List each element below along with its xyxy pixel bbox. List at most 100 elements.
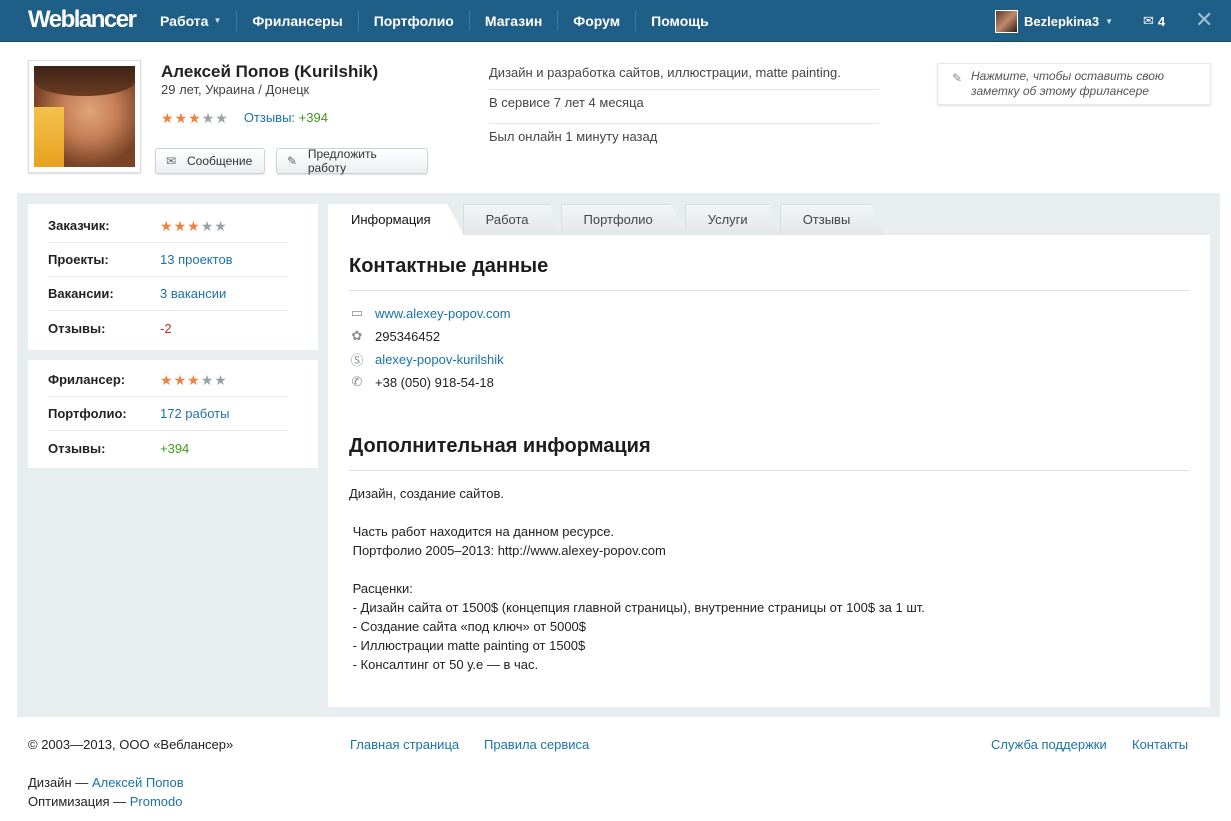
footer-contacts-link[interactable]: Контакты — [1132, 737, 1188, 752]
design-credit: Дизайн — Алексей Попов — [28, 775, 184, 790]
portfolio-link[interactable]: 172 работы — [160, 406, 229, 421]
envelope-icon: ✉ — [166, 153, 177, 168]
top-navbar: Weblancer Работа ▼ Фрилансеры Портфолио М… — [0, 0, 1231, 42]
tab-content: Контактные данные ▭ www.alexey-popov.com… — [328, 235, 1210, 707]
icq-flower-icon: ✿ — [351, 328, 363, 343]
star-filled-icon: ★ — [173, 217, 187, 234]
star-filled-icon: ★ — [187, 371, 200, 388]
customer-reviews-link[interactable]: -2 — [160, 321, 172, 336]
customer-reviews-row: Отзывы: -2 — [48, 320, 172, 336]
star-empty-icon: ★ — [214, 371, 227, 388]
skype-icon: Ⓢ — [350, 352, 364, 368]
star-filled-icon: ★ — [161, 109, 174, 126]
envelope-icon: ✉ — [1143, 13, 1154, 28]
pencil-icon: ✎ — [952, 71, 963, 85]
nav-item-freelancers[interactable]: Фрилансеры — [236, 11, 357, 31]
site-logo[interactable]: Weblancer — [28, 6, 137, 34]
contact-website: ▭ www.alexey-popov.com — [349, 304, 511, 322]
tab-reviews[interactable]: Отзывы — [779, 204, 884, 235]
contact-icq: ✿ 295346452 — [349, 327, 441, 345]
profile-reviews-link[interactable]: Отзывы: +394 — [244, 110, 328, 125]
offer-work-button[interactable]: ✎ Предложить работу — [276, 147, 428, 175]
phone-number: +38 (050) 918-54-18 — [375, 374, 494, 390]
additional-title: Дополнительная информация — [349, 435, 651, 457]
design-author-link[interactable]: Алексей Попов — [92, 775, 184, 790]
star-empty-icon: ★ — [200, 371, 214, 388]
star-rating: ★ ★ ★ ★ ★ — [160, 219, 227, 233]
star-filled-icon: ★ — [160, 217, 173, 234]
footer-support-link[interactable]: Служба поддержки — [991, 737, 1107, 752]
star-empty-icon: ★ — [215, 109, 228, 126]
skype-link[interactable]: alexey-popov-kurilshik — [375, 352, 504, 367]
freelancer-stats-panel: Фрилансер: ★ ★ ★ ★ ★ Портфолио: 172 работы О… — [28, 360, 318, 468]
nav-item-forum[interactable]: Форум — [557, 11, 635, 31]
freelancer-portfolio-row: Портфолио: 172 работы — [48, 397, 288, 431]
star-filled-icon: ★ — [160, 371, 173, 388]
optimization-credit: Оптимизация — Promodo — [28, 794, 183, 809]
optim-author-link[interactable]: Promodo — [130, 794, 183, 809]
nav-item-shop[interactable]: Магазин — [468, 11, 557, 31]
star-empty-icon: ★ — [201, 109, 215, 126]
customer-stats-panel: Заказчик: ★ ★ ★ ★ ★ Проекты: 13 проектов Вак… — [28, 204, 318, 350]
tab-work[interactable]: Работа — [462, 204, 562, 235]
chevron-down-icon: ▼ — [213, 16, 222, 25]
profile-specialization: Дизайн и разработка сайтов, иллюстрации,… — [489, 60, 879, 90]
star-empty-icon: ★ — [214, 217, 227, 234]
vacancies-link[interactable]: 3 вакансии — [160, 286, 226, 301]
user-menu[interactable]: Bezlepkina3 ▼ — [995, 10, 1113, 33]
mail-button[interactable]: ✉ 4 — [1143, 13, 1165, 29]
tab-portfolio[interactable]: Портфолио — [560, 204, 686, 235]
projects-link[interactable]: 13 проектов — [160, 252, 233, 267]
contacts-title: Контактные данные — [349, 255, 549, 277]
mail-count: 4 — [1157, 13, 1166, 29]
profile-tabs: Информация Работа Портфолио Услуги Отзыв… — [328, 204, 884, 235]
phone-icon: ✆ — [351, 374, 363, 389]
edit-document-icon: ✎ — [287, 153, 298, 168]
star-filled-icon: ★ — [173, 371, 187, 388]
customer-projects-row: Проекты: 13 проектов — [48, 243, 288, 277]
profile-photo — [28, 60, 141, 173]
contact-phone: ✆ +38 (050) 918-54-18 — [349, 373, 494, 391]
profile-rating: ★ ★ ★ ★ ★ Отзывы: +394 — [161, 110, 328, 125]
star-filled-icon: ★ — [188, 109, 201, 126]
profile-last-online: Был онлайн 1 минуту назад — [489, 129, 658, 144]
divider — [349, 470, 1190, 471]
star-empty-icon: ★ — [200, 217, 214, 234]
close-icon[interactable]: ✕ — [1195, 8, 1213, 32]
footer-home-link[interactable]: Главная страница — [350, 737, 459, 752]
additional-text: Дизайн, создание сайтов. Часть работ нах… — [349, 486, 925, 672]
freelancer-reviews-row: Отзывы: +394 — [48, 440, 190, 456]
website-link[interactable]: www.alexey-popov.com — [375, 306, 511, 321]
footer: © 2003—2013, ООО «Веблансер» Главная стр… — [0, 717, 1231, 821]
profile-meta: 29 лет, Украина / Донецк — [161, 82, 310, 97]
profile-photo-image — [34, 66, 135, 167]
nav-item-work[interactable]: Работа ▼ — [145, 11, 236, 31]
monitor-icon: ▭ — [350, 305, 364, 320]
footer-rules-link[interactable]: Правила сервиса — [484, 737, 589, 752]
main-nav: Работа ▼ Фрилансеры Портфолио Магазин Фор… — [145, 0, 724, 42]
freelancer-reviews-link[interactable]: +394 — [160, 441, 189, 456]
message-button[interactable]: ✉ Сообщение — [155, 148, 265, 174]
username: Bezlepkina3 — [1024, 14, 1100, 29]
profile-name: Алексей Попов (Kurilshik) — [161, 62, 379, 81]
tab-information[interactable]: Информация — [328, 204, 464, 235]
icq-number: 295346452 — [375, 328, 441, 344]
copyright: © 2003—2013, ООО «Веблансер» — [28, 737, 234, 752]
avatar — [995, 10, 1018, 33]
customer-rating-row: Заказчик: ★ ★ ★ ★ ★ — [48, 209, 288, 243]
profile-info: Дизайн и разработка сайтов, иллюстрации,… — [489, 60, 879, 158]
note-widget[interactable]: ✎ Нажмите, чтобы оставить свою заметку о… — [937, 63, 1211, 105]
nav-item-help[interactable]: Помощь — [635, 11, 724, 31]
customer-vacancies-row: Вакансии: 3 вакансии — [48, 277, 288, 311]
profile-tenure: В сервисе 7 лет 4 месяца — [489, 90, 879, 124]
content-area: Заказчик: ★ ★ ★ ★ ★ Проекты: 13 проектов Вак… — [17, 193, 1220, 717]
contact-skype: Ⓢ alexey-popov-kurilshik — [349, 350, 504, 368]
chevron-down-icon: ▼ — [1105, 17, 1114, 26]
star-rating: ★ ★ ★ ★ ★ — [160, 373, 227, 387]
star-filled-icon: ★ — [187, 217, 200, 234]
divider — [349, 290, 1190, 291]
tab-services[interactable]: Услуги — [684, 204, 781, 235]
freelancer-rating-row: Фрилансер: ★ ★ ★ ★ ★ — [48, 363, 288, 397]
star-rating: ★ ★ ★ ★ ★ — [161, 111, 228, 125]
nav-item-portfolio[interactable]: Портфолио — [357, 11, 469, 31]
